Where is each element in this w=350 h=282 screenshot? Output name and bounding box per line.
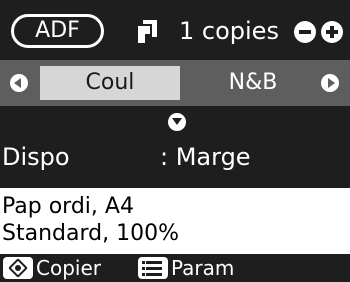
- arrow-left-icon[interactable]: [10, 74, 28, 92]
- mode-option-color[interactable]: Coul: [40, 66, 180, 100]
- layout-setting-value: : Marge: [160, 143, 251, 171]
- minus-icon[interactable]: [294, 21, 316, 43]
- paper-info: Pap ordi, A4: [2, 194, 134, 219]
- quality-info: Standard, 100%: [2, 221, 179, 246]
- arrow-right-icon[interactable]: [321, 74, 339, 92]
- copy-action-label[interactable]: Copier: [36, 254, 101, 282]
- settings-action-label[interactable]: Param: [171, 254, 234, 282]
- plus-icon[interactable]: [321, 21, 343, 43]
- layout-setting-label: Dispo: [2, 143, 70, 171]
- mode-option-bw[interactable]: N&B: [198, 66, 308, 100]
- start-diamond-icon[interactable]: [3, 257, 33, 279]
- copies-icon: [137, 20, 157, 44]
- copies-count: 1 copies: [179, 17, 279, 45]
- arrow-down-icon[interactable]: [168, 113, 186, 131]
- lcd-screen: ADF 1 copies Coul N&B Dispo : Marge Pap …: [0, 0, 350, 282]
- adf-source-button[interactable]: ADF: [11, 14, 104, 48]
- menu-icon[interactable]: [138, 257, 168, 279]
